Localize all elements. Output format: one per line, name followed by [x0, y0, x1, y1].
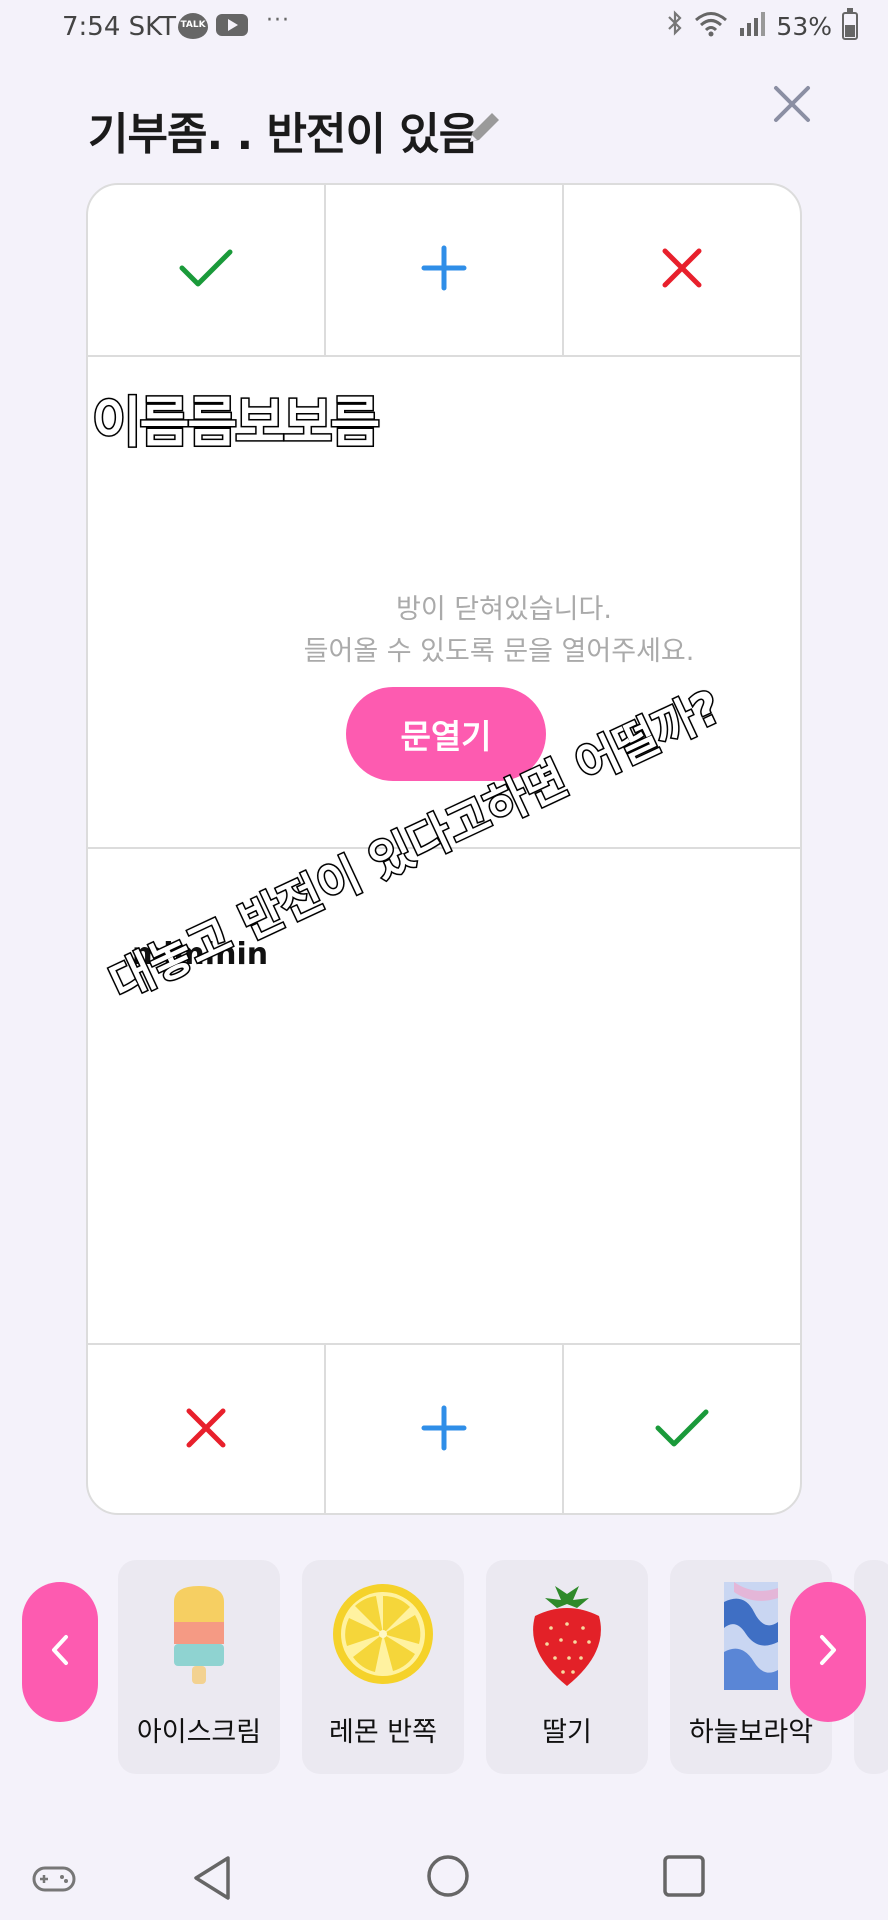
- page-title: 기부좀. . 반전이 있음: [88, 109, 479, 160]
- add-button[interactable]: [326, 1345, 564, 1513]
- youtube-icon: [216, 14, 248, 36]
- system-navigation-bar: [0, 1830, 888, 1920]
- sky-purple-pattern-icon: [724, 1582, 778, 1694]
- more-notifications-icon: ···: [266, 8, 290, 33]
- wifi-icon: [694, 10, 728, 42]
- carousel-item-label: 딸기: [542, 1717, 592, 1748]
- home-icon[interactable]: [426, 1854, 470, 1902]
- accept-button[interactable]: [88, 185, 326, 355]
- reject-button[interactable]: [88, 1345, 326, 1513]
- carousel-item-label: 레몬 반쪽: [329, 1717, 437, 1748]
- x-icon: [184, 1406, 228, 1454]
- carousel-next-button[interactable]: [790, 1582, 866, 1722]
- pencil-icon[interactable]: [462, 106, 506, 150]
- status-time: 7:54 SKT: [62, 12, 177, 42]
- back-icon[interactable]: [190, 1854, 234, 1906]
- closed-message-line1: 방이 닫혀있습니다.: [396, 594, 612, 625]
- top-action-row: [88, 185, 800, 357]
- check-icon: [654, 1406, 710, 1454]
- bottom-action-row: [88, 1343, 800, 1513]
- x-icon: [660, 246, 704, 294]
- plus-icon: [420, 244, 468, 296]
- reject-button[interactable]: [564, 185, 800, 355]
- carousel-item[interactable]: 딸기: [486, 1560, 648, 1774]
- ice-pop-icon: [168, 1582, 230, 1694]
- close-icon[interactable]: [770, 82, 814, 126]
- chevron-left-icon: [49, 1633, 71, 1671]
- kakaotalk-icon: TALK: [178, 13, 208, 39]
- signal-icon: [738, 10, 766, 42]
- add-button[interactable]: [326, 185, 564, 355]
- game-launcher-icon[interactable]: [32, 1864, 76, 1898]
- closed-message-line2: 들어올 수 있도록 문을 열어주세요.: [303, 636, 695, 667]
- carousel-item[interactable]: 아이스크림: [118, 1560, 280, 1774]
- carousel-prev-button[interactable]: [22, 1582, 98, 1722]
- plus-icon: [420, 1404, 468, 1456]
- battery-icon: [842, 8, 858, 40]
- carousel-item-label: 아이스크림: [136, 1717, 262, 1748]
- strawberry-icon: [525, 1582, 609, 1694]
- carousel-item[interactable]: 레몬 반쪽: [302, 1560, 464, 1774]
- chevron-right-icon: [817, 1633, 839, 1671]
- lemon-half-icon: [331, 1582, 435, 1690]
- accept-button[interactable]: [564, 1345, 800, 1513]
- overlay-caption-1: 이름름보보름: [90, 390, 381, 456]
- bluetooth-icon: [666, 9, 684, 44]
- item-carousel: 아이스크림 레몬 반쪽 딸기 하늘보라악: [0, 1560, 888, 1780]
- status-bar: 7:54 SKT TALK ··· 53%: [0, 0, 888, 56]
- recents-icon[interactable]: [662, 1854, 706, 1902]
- status-right: 53%: [666, 8, 858, 44]
- battery-percent: 53%: [776, 11, 832, 41]
- check-icon: [178, 246, 234, 294]
